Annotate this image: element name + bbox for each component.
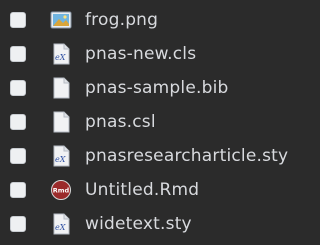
file-name[interactable]: widetext.sty xyxy=(85,214,192,234)
file-row[interactable]: eX widetext.sty xyxy=(0,207,304,241)
tex-file-icon: eX xyxy=(50,43,72,65)
file-name[interactable]: pnasresearcharticle.sty xyxy=(85,146,288,166)
text-file-icon xyxy=(50,111,72,133)
file-name[interactable]: pnas-sample.bib xyxy=(85,78,229,98)
file-row[interactable]: Rmd Untitled.Rmd xyxy=(0,173,304,207)
file-row[interactable]: eX pnasresearcharticle.sty xyxy=(0,139,304,173)
file-checkbox[interactable] xyxy=(10,80,26,96)
svg-text:eX: eX xyxy=(55,223,66,232)
file-checkbox[interactable] xyxy=(10,12,26,28)
image-file-icon xyxy=(50,9,72,31)
file-list: frog.png eX pnas-new.cls pnas-sample.bib xyxy=(0,0,304,245)
svg-text:eX: eX xyxy=(55,155,66,164)
file-checkbox[interactable] xyxy=(10,182,26,198)
file-checkbox[interactable] xyxy=(10,114,26,130)
svg-text:eX: eX xyxy=(55,53,66,62)
file-name[interactable]: frog.png xyxy=(85,10,158,30)
file-checkbox[interactable] xyxy=(10,216,26,232)
file-checkbox[interactable] xyxy=(10,46,26,62)
file-row[interactable]: frog.png xyxy=(0,3,304,37)
file-name[interactable]: Untitled.Rmd xyxy=(85,180,199,200)
tex-file-icon: eX xyxy=(50,145,72,167)
file-row[interactable]: eX pnas-new.cls xyxy=(0,37,304,71)
file-name[interactable]: pnas-new.cls xyxy=(85,44,196,64)
file-checkbox[interactable] xyxy=(10,148,26,164)
file-name[interactable]: pnas.csl xyxy=(85,112,156,132)
tex-file-icon: eX xyxy=(50,213,72,235)
rmd-icon-label: Rmd xyxy=(53,187,70,195)
text-file-icon xyxy=(50,77,72,99)
file-row[interactable]: pnas.csl xyxy=(0,105,304,139)
file-row[interactable]: pnas-sample.bib xyxy=(0,71,304,105)
rmd-file-icon: Rmd xyxy=(50,179,72,201)
